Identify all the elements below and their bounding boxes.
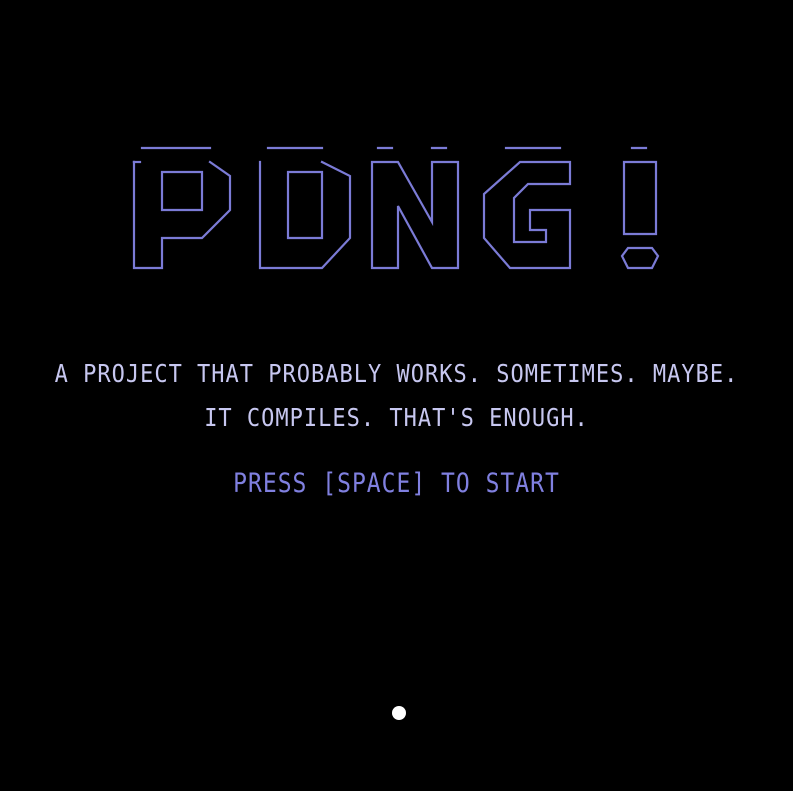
logo-letter-o (258, 146, 352, 270)
logo-letter-n (370, 146, 460, 270)
logo-exclamation (620, 146, 660, 270)
pong-ball (392, 706, 406, 720)
game-screen[interactable]: A PROJECT THAT PROBABLY WORKS. SOMETIMES… (0, 0, 793, 791)
logo-letter-p (132, 146, 232, 270)
pong-ascii-logo (0, 138, 793, 278)
tagline-line-2: IT COMPILES. THAT'S ENOUGH. (204, 404, 589, 433)
logo-letter-g (482, 146, 572, 270)
tagline-line-1: A PROJECT THAT PROBABLY WORKS. SOMETIMES… (54, 360, 739, 389)
start-prompt[interactable]: PRESS [SPACE] TO START (0, 469, 793, 499)
